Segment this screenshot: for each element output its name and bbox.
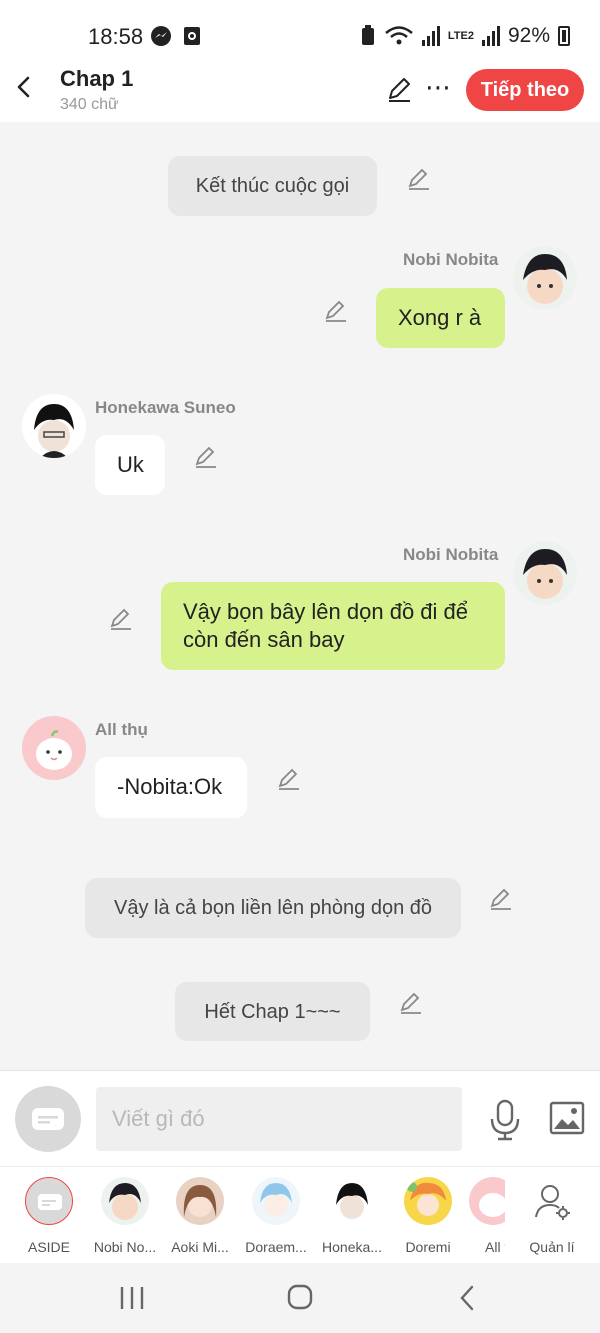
- character-item[interactable]: Honeka...: [314, 1177, 390, 1255]
- chat-area[interactable]: Kết thúc cuộc gọi Nobi Nobita Xong r à H…: [0, 122, 600, 1070]
- character-label: Nobi No...: [93, 1239, 157, 1255]
- image-upload-icon[interactable]: [549, 1101, 585, 1135]
- sender-name: All thụ: [95, 720, 148, 739]
- alarm-icon: [361, 25, 374, 45]
- character-item[interactable]: All t: [469, 1177, 505, 1255]
- character-label: Doremi: [405, 1239, 451, 1255]
- sender-name: Nobi Nobita: [403, 545, 499, 564]
- chapter-header: Chap 1 340 chữ ⋯ Tiếp theo: [0, 60, 600, 122]
- chat-bubble-icon: [25, 1177, 73, 1225]
- edit-message-icon[interactable]: [398, 990, 424, 1016]
- user-settings-icon: [528, 1177, 576, 1225]
- back-icon[interactable]: [10, 72, 40, 102]
- screen-record-icon: [184, 27, 200, 45]
- avatar[interactable]: [22, 716, 86, 780]
- character-label: Doraem...: [245, 1239, 307, 1255]
- avatar[interactable]: [513, 246, 577, 310]
- character-item[interactable]: Doraem...: [238, 1177, 314, 1255]
- microphone-icon[interactable]: [488, 1099, 522, 1141]
- character-item[interactable]: Nobi No...: [87, 1177, 163, 1255]
- edit-message-icon[interactable]: [406, 166, 432, 192]
- narration-bubble[interactable]: Kết thúc cuộc gọi: [168, 156, 377, 216]
- other-message-bubble[interactable]: Uk: [95, 435, 165, 495]
- character-label: ASIDE: [27, 1239, 70, 1255]
- next-chapter-button[interactable]: Tiếp theo: [466, 69, 584, 111]
- avatar: [176, 1177, 224, 1225]
- system-nav-bar: [0, 1263, 600, 1333]
- message-input[interactable]: [96, 1087, 462, 1151]
- sender-name: Nobi Nobita: [403, 250, 499, 269]
- aside-toggle-button[interactable]: [15, 1086, 81, 1152]
- signal-icon: [421, 26, 440, 46]
- narration-bubble[interactable]: Hết Chap 1~~~: [175, 982, 370, 1041]
- character-label: All t: [485, 1239, 505, 1255]
- sender-name: Honekawa Suneo: [95, 398, 236, 417]
- battery-icon: [558, 26, 570, 46]
- character-label: Aoki Mi...: [171, 1239, 229, 1255]
- recent-apps-icon[interactable]: [112, 1283, 152, 1313]
- character-item[interactable]: Doremi: [390, 1177, 466, 1255]
- avatar[interactable]: [22, 394, 86, 458]
- messenger-icon: [151, 26, 171, 46]
- avatar: [101, 1177, 149, 1225]
- signal-icon: [481, 26, 500, 46]
- status-time: 18:58: [88, 24, 144, 49]
- page-title: Chap 1: [60, 66, 134, 91]
- edit-message-icon[interactable]: [488, 886, 514, 912]
- word-count: 340 chữ: [60, 96, 119, 113]
- edit-message-icon[interactable]: [193, 444, 219, 470]
- wifi-icon: [385, 26, 413, 45]
- avatar: [328, 1177, 376, 1225]
- network-label: LTE2: [447, 30, 474, 42]
- character-label: Quản lí: [529, 1239, 575, 1255]
- edit-message-icon[interactable]: [108, 606, 134, 632]
- character-selector: ASIDE Nobi No... Aoki Mi... Doraem... Ho…: [0, 1166, 600, 1263]
- edit-message-icon[interactable]: [276, 766, 302, 792]
- message-composer: [0, 1070, 600, 1166]
- character-item[interactable]: Aoki Mi...: [162, 1177, 238, 1255]
- avatar: [252, 1177, 300, 1225]
- narration-bubble[interactable]: Vậy là cả bọn liền lên phòng dọn đồ: [85, 878, 461, 938]
- avatar[interactable]: [513, 541, 577, 605]
- avatar: [469, 1177, 505, 1225]
- avatar: [404, 1177, 452, 1225]
- character-aside[interactable]: ASIDE: [11, 1177, 87, 1255]
- system-back-icon[interactable]: [448, 1283, 488, 1313]
- my-message-bubble[interactable]: Xong r à: [376, 288, 505, 348]
- home-icon[interactable]: [280, 1283, 320, 1313]
- battery-percent: 92%: [507, 24, 550, 47]
- my-message-bubble[interactable]: Vậy bọn bây lên dọn đồ đi để còn đến sân…: [161, 582, 505, 670]
- more-options-icon[interactable]: ⋯: [425, 72, 451, 102]
- other-message-bubble[interactable]: -Nobita:Ok: [95, 757, 247, 818]
- chat-bubble-icon: [32, 1108, 64, 1130]
- character-label: Honeka...: [322, 1239, 382, 1255]
- edit-pen-icon[interactable]: [384, 74, 414, 104]
- edit-message-icon[interactable]: [323, 298, 349, 324]
- manage-characters-button[interactable]: Quản lí: [514, 1177, 590, 1255]
